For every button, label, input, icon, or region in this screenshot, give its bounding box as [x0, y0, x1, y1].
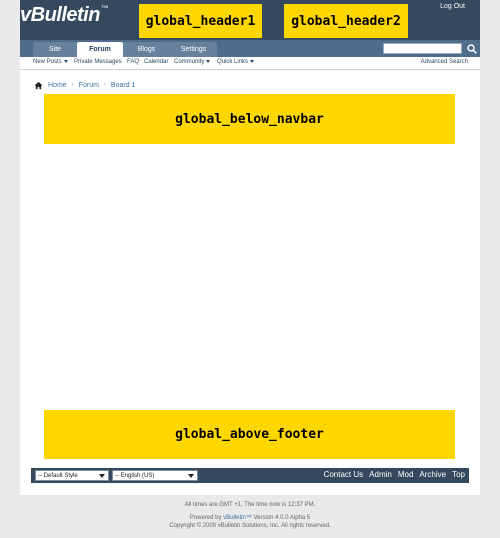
forum-page: vBulletin™ global_header1 global_header2…	[20, 0, 480, 495]
tab-settings[interactable]: Settings	[170, 42, 217, 57]
subnav-community-label: Community	[174, 59, 205, 65]
powered-by-text: Powered by	[189, 515, 222, 521]
chevron-down-icon	[188, 474, 194, 478]
language-select[interactable]: -- English (US)	[112, 470, 198, 481]
search-icon	[467, 43, 477, 54]
admin-link[interactable]: Admin	[369, 470, 392, 479]
sub-navbar: New Posts Private Messages FAQ Calendar …	[20, 57, 480, 70]
language-select-value: -- English (US)	[115, 472, 155, 479]
subnav-faq[interactable]: FAQ	[127, 59, 139, 65]
archive-link[interactable]: Archive	[419, 470, 446, 479]
subnav-quick-links-label: Quick Links	[217, 59, 249, 65]
style-select-value: -- Default Style	[38, 472, 78, 479]
current-time: 12:37 PM	[287, 502, 314, 508]
breadcrumb-board[interactable]: Board 1	[111, 82, 136, 89]
tab-forum[interactable]: Forum	[77, 42, 123, 57]
logo-trademark: ™	[100, 4, 109, 13]
subnav-quick-links[interactable]: Quick Links	[217, 59, 255, 65]
footer-links: Contact Us Admin Mod Archive Top	[324, 470, 465, 479]
breadcrumb-separator: ›	[103, 82, 106, 88]
footer-bar: -- Default Style -- English (US) Contact…	[31, 468, 469, 483]
breadcrumb-home[interactable]: Home	[48, 82, 67, 89]
mod-link[interactable]: Mod	[398, 470, 414, 479]
tab-blogs[interactable]: Blogs	[123, 42, 170, 57]
chevron-down-icon	[250, 59, 255, 63]
version-text: Version 4.0.0 Alpha 5	[253, 515, 311, 521]
subnav-community[interactable]: Community	[174, 59, 211, 65]
contact-us-link[interactable]: Contact Us	[324, 470, 364, 479]
subnav-private-messages[interactable]: Private Messages	[74, 59, 122, 65]
timezone-info: All times are GMT +1. The time now is 12…	[184, 502, 316, 508]
logout-link[interactable]: Log Out	[440, 3, 465, 10]
global-header1-block: global_header1	[139, 4, 262, 38]
search-input[interactable]	[383, 43, 462, 54]
breadcrumb-separator: ›	[71, 82, 74, 88]
logo-text: vBulletin	[20, 4, 100, 26]
style-select[interactable]: -- Default Style	[35, 470, 109, 481]
chevron-down-icon	[63, 59, 68, 63]
subnav-new-posts[interactable]: New Posts	[33, 59, 68, 65]
navbar: Site Forum Blogs Settings	[20, 40, 480, 57]
subnav-calendar[interactable]: Calendar	[144, 59, 168, 65]
advanced-search-link[interactable]: Advanced Search	[421, 59, 468, 65]
powered-by: Powered by vBulletin™ Version 4.0.0 Alph…	[0, 515, 500, 521]
global-above-footer-block: global_above_footer	[44, 410, 455, 459]
search-button[interactable]	[466, 42, 478, 55]
global-header2-block: global_header2	[284, 4, 408, 38]
global-below-navbar-block: global_below_navbar	[44, 94, 455, 144]
chevron-down-icon	[206, 59, 211, 63]
chevron-down-icon	[99, 474, 105, 478]
top-link[interactable]: Top	[452, 470, 465, 479]
copyright: Copyright © 2009 vBulletin Solutions, In…	[169, 523, 331, 529]
home-icon[interactable]	[34, 81, 43, 90]
subnav-new-posts-label: New Posts	[33, 59, 62, 65]
vbulletin-link[interactable]: vBulletin™	[223, 515, 252, 521]
breadcrumb: Home › Forum › Board 1	[34, 80, 135, 90]
breadcrumb-forum[interactable]: Forum	[79, 82, 99, 89]
timezone-text: All times are GMT +1. The time now is	[184, 502, 287, 508]
header: vBulletin™ global_header1 global_header2…	[20, 0, 480, 40]
vbulletin-logo[interactable]: vBulletin™	[20, 4, 109, 27]
tab-site[interactable]: Site	[33, 42, 77, 57]
